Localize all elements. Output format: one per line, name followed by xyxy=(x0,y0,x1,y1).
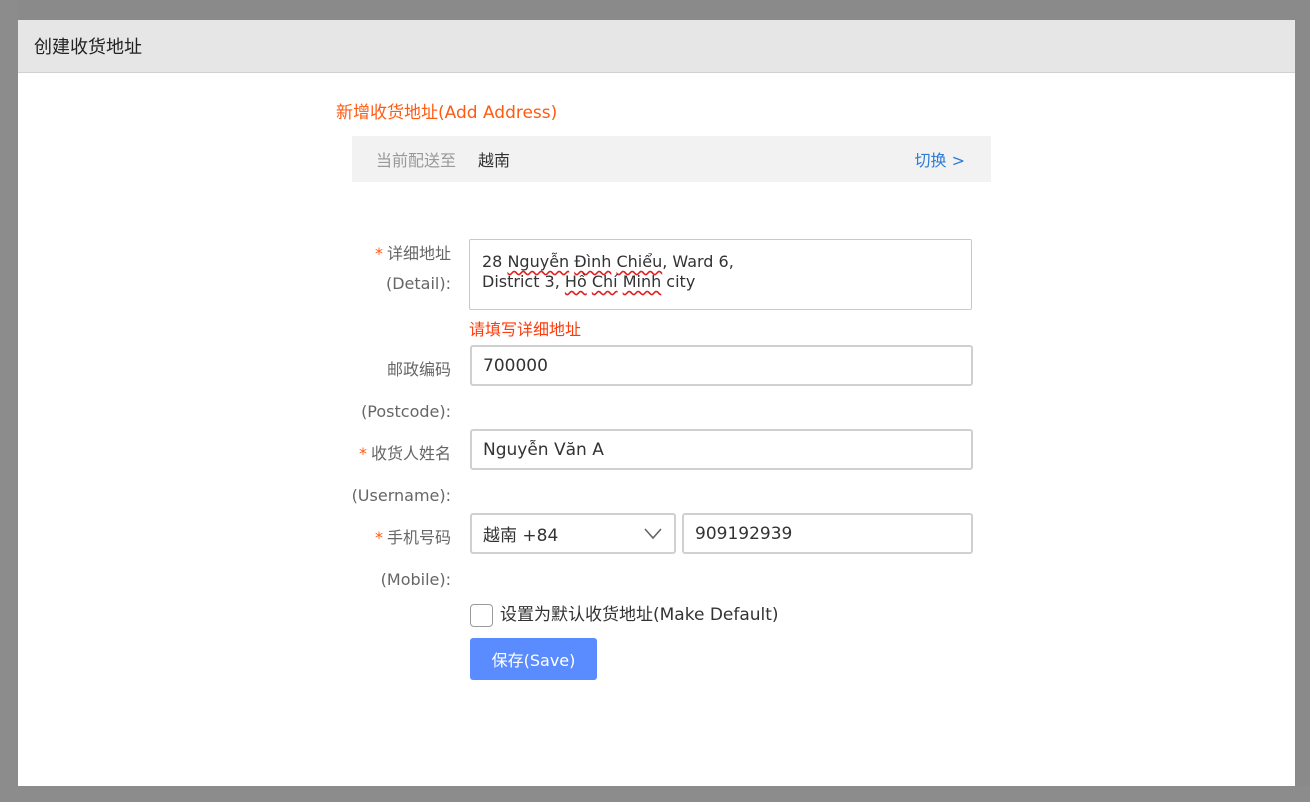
mobile-label-en: (Mobile): xyxy=(380,570,451,589)
make-default-label[interactable]: 设置为默认收货地址(Make Default) xyxy=(500,604,779,627)
country-code-select[interactable]: 越南 +84 xyxy=(470,513,676,554)
mobile-label-cn: 手机号码 xyxy=(386,528,451,547)
required-mark: * xyxy=(374,244,383,263)
detail-address-textarea[interactable]: 28 Nguyễn Đình Chiểu, Ward 6, District 3… xyxy=(469,239,972,310)
postcode-label: 邮政编码 (Postcode): xyxy=(318,349,451,433)
backdrop xyxy=(0,786,1310,802)
mobile-label: * 手机号码 (Mobile): xyxy=(318,517,451,601)
required-mark: * xyxy=(374,528,383,547)
dialog-title: 创建收货地址 xyxy=(34,37,142,58)
section-title: 新增收货地址(Add Address) xyxy=(336,103,558,123)
backdrop xyxy=(0,0,18,802)
detail-label-en: (Detail): xyxy=(385,274,451,293)
shipping-country: 越南 xyxy=(478,151,511,170)
username-label-en: (Username): xyxy=(351,486,451,505)
country-code-value: 越南 +84 xyxy=(483,526,559,546)
username-input[interactable]: Nguyễn Văn A xyxy=(470,429,973,470)
username-label-cn: 收货人姓名 xyxy=(370,444,451,463)
make-default-checkbox[interactable] xyxy=(470,604,493,627)
detail-label: * 详细地址 (Detail): xyxy=(318,239,451,299)
save-button[interactable]: 保存(Save) xyxy=(470,638,597,680)
dialog-header: 创建收货地址 xyxy=(18,20,1295,73)
switch-country-link[interactable]: 切换 > xyxy=(915,147,966,171)
detail-error-message: 请填写详细地址 xyxy=(469,320,582,339)
chevron-down-icon xyxy=(644,526,662,546)
mobile-input[interactable]: 909192939 xyxy=(682,513,973,554)
detail-line-2: District 3, Hồ Chí Minh city xyxy=(482,272,696,291)
create-address-dialog: 创建收货地址 新增收货地址(Add Address) 当前配送至 越南 切换 >… xyxy=(18,20,1295,786)
postcode-label-en: (Postcode): xyxy=(361,402,451,421)
shipping-label: 当前配送至 xyxy=(376,151,457,170)
required-mark: * xyxy=(358,444,367,463)
username-label: * 收货人姓名 (Username): xyxy=(318,433,451,517)
postcode-input[interactable]: 700000 xyxy=(470,345,973,386)
postcode-label-cn: 邮政编码 xyxy=(386,360,451,379)
detail-line-1: 28 Nguyễn Đình Chiểu, Ward 6, xyxy=(482,252,734,271)
detail-label-cn: 详细地址 xyxy=(386,244,451,263)
shipping-destination-bar: 当前配送至 越南 切换 > xyxy=(352,136,991,182)
